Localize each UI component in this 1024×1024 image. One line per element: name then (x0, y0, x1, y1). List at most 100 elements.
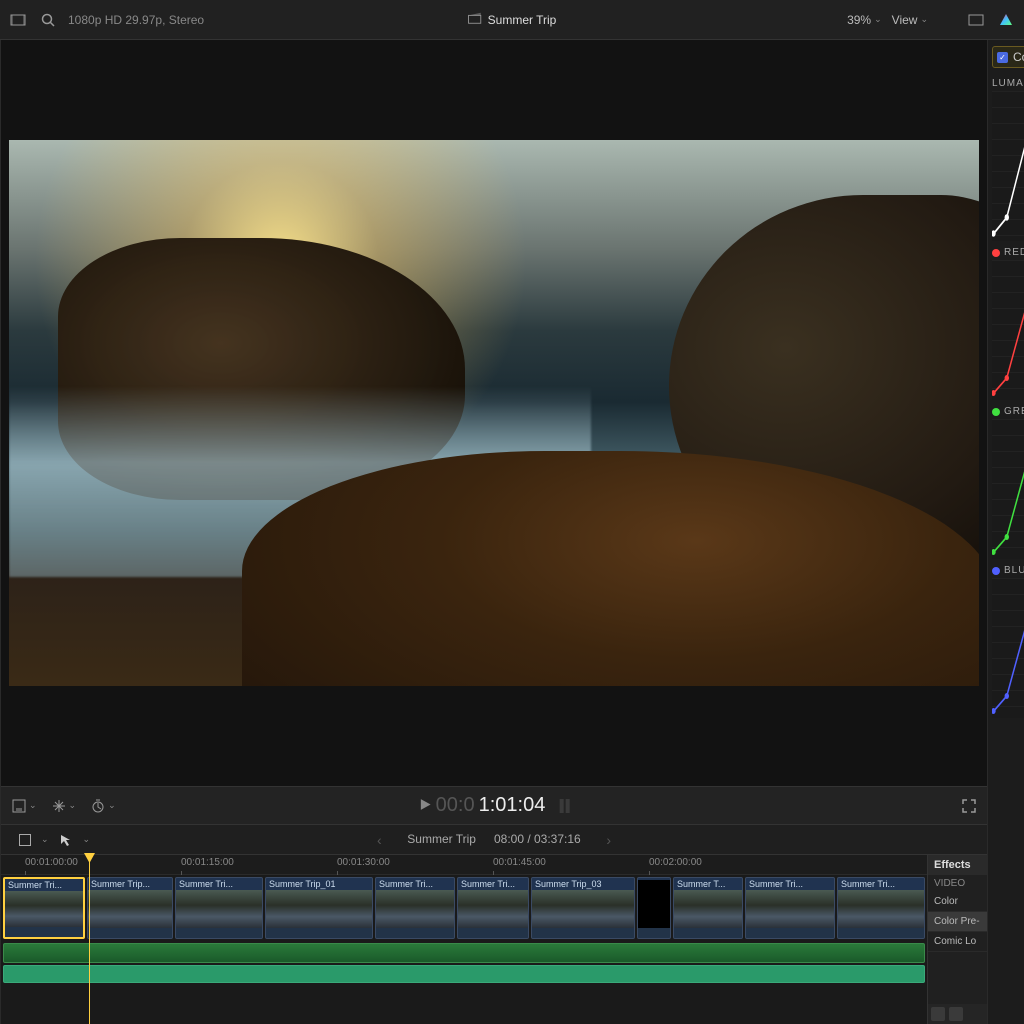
clip-header: Summer Tri... (376, 878, 454, 890)
select-tool[interactable] (19, 834, 31, 846)
transform-tool-icon[interactable]: ⌄ (51, 798, 77, 814)
clip-audio-lane (376, 928, 454, 938)
clip-audio-lane (88, 928, 172, 938)
effects-header: Effects (928, 855, 987, 875)
format-info: 1080p HD 29.97p, Stereo (68, 13, 204, 27)
clip-audio-lane (458, 928, 528, 938)
channel-dot-icon (992, 567, 1000, 575)
clip-header: Summer Trip_03 (532, 878, 634, 890)
clip-filmstrip (5, 891, 83, 927)
clip-header: Summer Tri... (5, 879, 83, 891)
curve-graph[interactable] (992, 578, 1024, 718)
timeline-clip[interactable]: Summer Tri... (457, 877, 529, 939)
zoom-dropdown[interactable]: 39%⌄ (847, 13, 882, 27)
timeline-clip[interactable]: Summer T... (673, 877, 743, 939)
clip-header: Summer Tri... (746, 878, 834, 890)
timeline-clip[interactable]: Summer Trip_01 (265, 877, 373, 939)
video-track[interactable]: Summer Tri... Summer Trip... Summer Tri...… (1, 875, 927, 941)
ruler-tick: 00:02:00:00 (649, 857, 702, 868)
clip-header: Summer Tri... (176, 878, 262, 890)
audio-track-2[interactable] (3, 965, 925, 983)
clip-filmstrip (838, 890, 924, 928)
timeline-title: Summer Trip (407, 832, 476, 848)
timeline-duration: 08:00 / 03:37:16 (494, 832, 581, 848)
project-title: Summer Trip (488, 13, 557, 27)
effect-enable-checkbox[interactable]: ✓ (997, 52, 1008, 63)
inspector-effect-title[interactable]: ✓ Col (992, 46, 1024, 68)
clip-audio-lane (176, 928, 262, 938)
clip-audio-lane (5, 927, 83, 937)
prev-edit-icon[interactable]: ‹ (369, 832, 389, 848)
ruler-tick: 00:01:15:00 (181, 857, 234, 868)
channel-dot-icon (992, 408, 1000, 416)
effects-panel: Effects VIDEO ColorColor Pre-Comic Lo (927, 855, 987, 1024)
list-view-icon[interactable] (949, 1007, 963, 1021)
clip-header: Summer Tri... (838, 878, 924, 890)
curve-graph[interactable] (992, 91, 1024, 241)
next-edit-icon[interactable]: › (599, 832, 619, 848)
timeline-clip[interactable]: Summer Tri... (375, 877, 455, 939)
clip-filmstrip (532, 890, 634, 928)
curve-label: GREE (992, 406, 1024, 417)
viewer-canvas[interactable] (9, 140, 979, 686)
filmstrip-icon[interactable] (8, 10, 28, 30)
clip-filmstrip (674, 890, 742, 928)
audio-meter-icon (559, 799, 569, 813)
timeline[interactable]: 00:01:00:0000:01:15:0000:01:30:0000:01:4… (1, 855, 927, 1024)
curve-label: LUMA (992, 78, 1024, 89)
play-icon[interactable] (419, 798, 432, 814)
retime-icon[interactable]: ⌄ (90, 798, 116, 814)
curve-graph[interactable] (992, 260, 1024, 400)
frame-options-icon[interactable]: ⌄ (11, 798, 37, 814)
timecode-display: 00:01:01:04 (419, 794, 570, 817)
viewer-controls: ⌄ ⌄ ⌄ 00:01:01:04 (1, 786, 987, 824)
clapperboard-icon (468, 11, 482, 28)
timeline-clip[interactable]: Summer Trip_03 (531, 877, 635, 939)
audio-track-1[interactable] (3, 943, 925, 963)
clip-audio-lane (266, 928, 372, 938)
view-dropdown[interactable]: View⌄ (892, 13, 928, 27)
clip-filmstrip (176, 890, 262, 928)
clip-audio-lane (532, 928, 634, 938)
arrow-tool[interactable] (59, 833, 73, 847)
curve-label: RED (992, 247, 1024, 258)
effects-subheader: VIDEO (928, 875, 987, 892)
timeline-ruler[interactable]: 00:01:00:0000:01:15:0000:01:30:0000:01:4… (1, 855, 927, 875)
ruler-tick: 00:01:45:00 (493, 857, 546, 868)
project-title-group: Summer Trip (468, 11, 557, 28)
curve-graph[interactable] (992, 419, 1024, 559)
viewer-area (1, 40, 987, 786)
video-inspector-icon[interactable] (966, 10, 986, 30)
clip-audio-lane (638, 928, 670, 938)
effects-item[interactable]: Color Pre- (928, 912, 987, 932)
timeline-clip[interactable]: Summer Tri... (837, 877, 925, 939)
clip-audio-lane (674, 928, 742, 938)
color-inspector: ✓ Col LUMA RED GREE BLUE (988, 40, 1024, 1024)
clip-filmstrip (746, 890, 834, 928)
fullscreen-icon[interactable] (961, 798, 977, 814)
timeline-clip[interactable]: Summer Tri... (175, 877, 263, 939)
clip-filmstrip (458, 890, 528, 928)
clip-filmstrip (376, 890, 454, 928)
clip-audio-lane (838, 928, 924, 938)
curve-label: BLUE (992, 565, 1024, 576)
clip-filmstrip (88, 890, 172, 928)
playhead[interactable] (89, 855, 90, 1024)
effects-item[interactable]: Comic Lo (928, 932, 987, 952)
ruler-tick: 00:01:30:00 (337, 857, 390, 868)
timeline-clip[interactable]: Summer Tri... (3, 877, 85, 939)
search-icon[interactable] (38, 10, 58, 30)
clip-filmstrip (266, 890, 372, 928)
effects-item[interactable]: Color (928, 892, 987, 912)
grid-view-icon[interactable] (931, 1007, 945, 1021)
timeline-clip[interactable]: Summer Trip... (87, 877, 173, 939)
color-inspector-icon[interactable] (996, 10, 1016, 30)
clip-audio-lane (746, 928, 834, 938)
timeline-header: ⌄ ⌄ ‹ Summer Trip 08:00 / 03:37:16 › (1, 824, 987, 854)
clip-header: Summer Trip... (88, 878, 172, 890)
timeline-clip[interactable]: Summer Tri... (745, 877, 835, 939)
clip-header: Summer Tri... (458, 878, 528, 890)
timeline-clip[interactable] (637, 877, 671, 939)
clip-header: Summer Trip_01 (266, 878, 372, 890)
clip-header: Summer T... (674, 878, 742, 890)
